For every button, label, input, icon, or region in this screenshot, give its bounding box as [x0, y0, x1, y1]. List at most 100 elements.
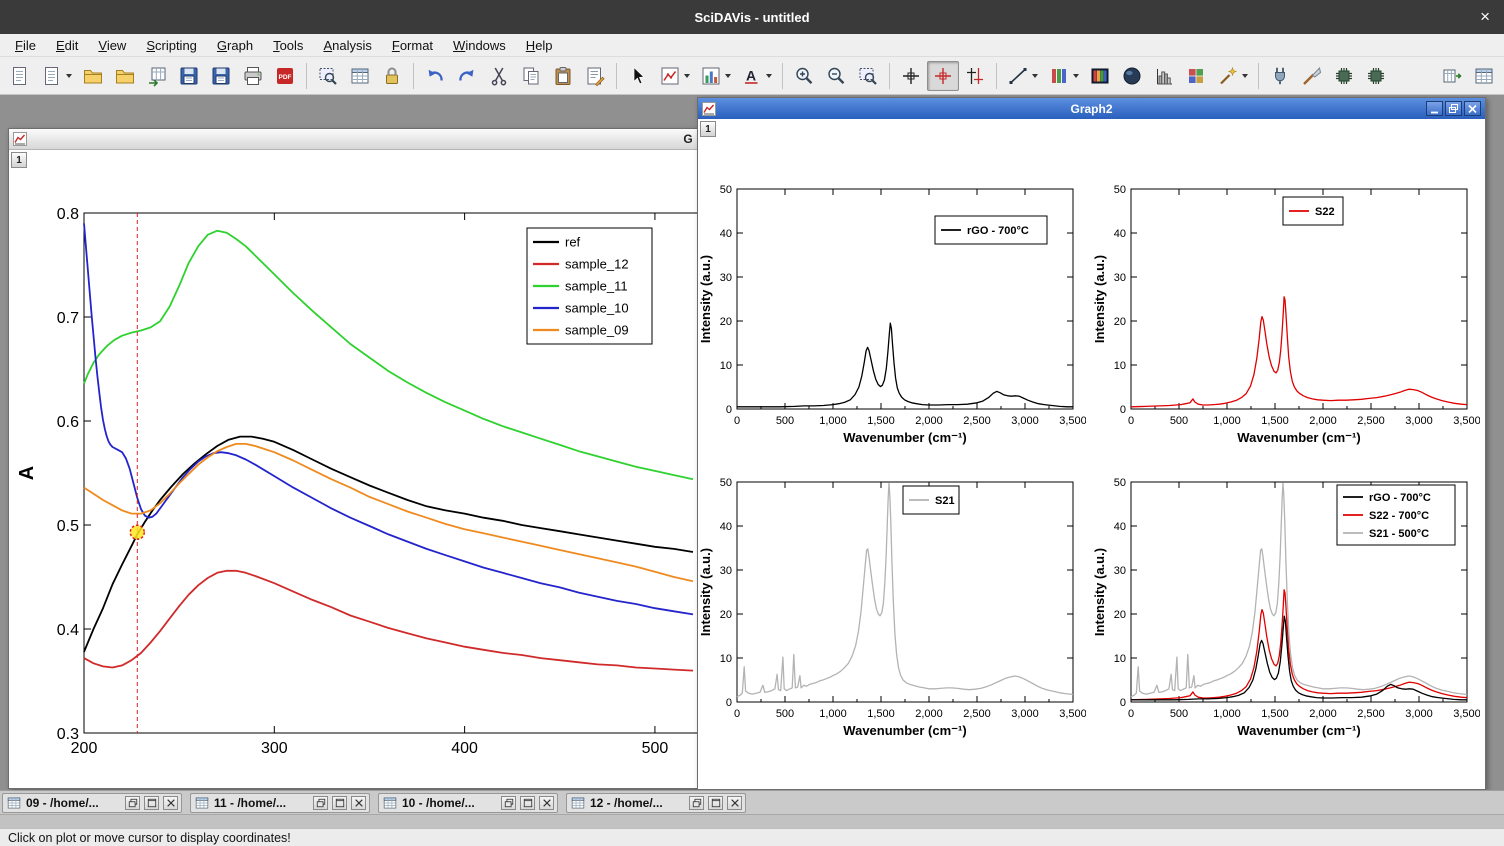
redo-button[interactable]	[451, 61, 483, 91]
data-reader-button[interactable]	[927, 61, 959, 91]
graph2-minimize-button[interactable]	[1426, 101, 1443, 116]
raman-chart-rgo[interactable]: 05001,0001,5002,0002,5003,0003,500010203…	[698, 179, 1086, 451]
open-project-button[interactable]	[77, 61, 109, 91]
pointer-button[interactable]	[622, 61, 654, 91]
import-ascii-button[interactable]	[141, 61, 173, 91]
print-button[interactable]	[237, 61, 269, 91]
taskbar-window-label: 10 - /home/...	[402, 796, 497, 810]
lock-toolbars-button[interactable]	[376, 61, 408, 91]
window-restore-button[interactable]	[313, 796, 328, 810]
svg-text:Intensity (a.u.): Intensity (a.u.)	[698, 548, 713, 636]
raman-chart-s21[interactable]: 05001,0001,5002,0002,5003,0003,500010203…	[698, 472, 1086, 744]
screen-reader-button[interactable]	[895, 61, 927, 91]
module-2-button[interactable]	[1360, 61, 1392, 91]
window-close-button[interactable]	[539, 796, 554, 810]
svg-text:S21 - 500°C: S21 - 500°C	[1369, 528, 1429, 540]
svg-text:0: 0	[1120, 697, 1126, 709]
plot3d-button[interactable]	[1116, 61, 1148, 91]
svg-text:0: 0	[734, 708, 740, 720]
plugin-button[interactable]	[1264, 61, 1296, 91]
svg-text:500: 500	[642, 740, 669, 757]
add-text-button[interactable]: A	[736, 61, 777, 91]
draw-line-button[interactable]	[1002, 61, 1043, 91]
undo-button[interactable]	[419, 61, 451, 91]
cut-button[interactable]	[483, 61, 515, 91]
rescale-button[interactable]	[852, 61, 884, 91]
menu-windows[interactable]: Windows	[444, 36, 515, 55]
taskbar-window-1[interactable]: 09 - /home/...	[2, 793, 182, 813]
graph1-layer-button[interactable]: 1	[11, 152, 27, 168]
menu-edit[interactable]: Edit	[47, 36, 87, 55]
menu-help[interactable]: Help	[517, 36, 562, 55]
export-pdf-button[interactable]: PDF	[269, 61, 301, 91]
window-restore-button[interactable]	[125, 796, 140, 810]
maximize-icon	[335, 798, 345, 808]
taskbar-window-4[interactable]: 12 - /home/...	[566, 793, 746, 813]
zoom-out-button[interactable]	[820, 61, 852, 91]
taskbar-window-2[interactable]: 11 - /home/...	[190, 793, 370, 813]
window-close-button[interactable]	[163, 796, 178, 810]
save-project-button[interactable]	[173, 61, 205, 91]
app-close-button[interactable]: ×	[1480, 0, 1490, 34]
window-close-button[interactable]	[727, 796, 742, 810]
toolbar-separator	[616, 63, 617, 89]
table-icon	[349, 65, 371, 87]
module-1-button[interactable]	[1328, 61, 1360, 91]
window-restore-button[interactable]	[689, 796, 704, 810]
svg-text:2,500: 2,500	[963, 415, 991, 427]
copy-button[interactable]	[515, 61, 547, 91]
svg-text:30: 30	[720, 565, 732, 577]
menu-scripting[interactable]: Scripting	[137, 36, 206, 55]
scidavis-graph-icon	[13, 132, 27, 146]
open-template-button[interactable]	[109, 61, 141, 91]
add-plot-button[interactable]	[695, 61, 736, 91]
graph2-window[interactable]: Graph2 1 05001,0001,5002,0002,5003,0003,…	[697, 97, 1486, 790]
window-close-button[interactable]	[351, 796, 366, 810]
colormap-button[interactable]	[1084, 61, 1116, 91]
window-maximize-button[interactable]	[332, 796, 347, 810]
taskbar-window-3[interactable]: 10 - /home/...	[378, 793, 558, 813]
new-aspect-button[interactable]	[36, 61, 77, 91]
project-explorer-button[interactable]	[312, 61, 344, 91]
add-curve-button[interactable]	[654, 61, 695, 91]
window-maximize-button[interactable]	[708, 796, 723, 810]
script-button[interactable]	[579, 61, 611, 91]
raman-chart-combined[interactable]: 05001,0001,5002,0002,5003,0003,500010203…	[1092, 472, 1480, 744]
svg-text:sample_11: sample_11	[565, 279, 628, 294]
table-rows-button[interactable]	[1468, 61, 1500, 91]
tools-button[interactable]	[1296, 61, 1328, 91]
raman-chart-s22[interactable]: 05001,0001,5002,0002,5003,0003,500010203…	[1092, 179, 1480, 451]
scidavis-graph-icon	[702, 102, 716, 116]
new-project-button[interactable]	[4, 61, 36, 91]
plot-style-button[interactable]	[1043, 61, 1084, 91]
close-icon	[1466, 103, 1479, 115]
graph2-close-button[interactable]	[1464, 101, 1481, 116]
graph2-restore-button[interactable]	[1445, 101, 1462, 116]
svg-text:2,500: 2,500	[1357, 415, 1385, 427]
sphere-icon	[1121, 65, 1143, 87]
new-table-button[interactable]	[344, 61, 376, 91]
histogram-button[interactable]	[1148, 61, 1180, 91]
table-columns-button[interactable]	[1436, 61, 1468, 91]
menu-format[interactable]: Format	[383, 36, 442, 55]
textA-icon: A	[741, 65, 763, 87]
save-template-button[interactable]	[205, 61, 237, 91]
menu-file[interactable]: File	[6, 36, 45, 55]
fit-wizard-button[interactable]	[1212, 61, 1253, 91]
window-restore-button[interactable]	[501, 796, 516, 810]
graph2-layer-button[interactable]: 1	[700, 121, 716, 137]
window-maximize-button[interactable]	[144, 796, 159, 810]
menu-tools[interactable]: Tools	[264, 36, 312, 55]
menu-analysis[interactable]: Analysis	[314, 36, 380, 55]
menu-graph[interactable]: Graph	[208, 36, 262, 55]
zoomout-icon	[825, 65, 847, 87]
zoom-in-button[interactable]	[788, 61, 820, 91]
matrix-button[interactable]	[1180, 61, 1212, 91]
paste-button[interactable]	[547, 61, 579, 91]
menu-view[interactable]: View	[89, 36, 135, 55]
graph2-titlebar[interactable]: Graph2	[698, 98, 1485, 119]
window-maximize-button[interactable]	[520, 796, 535, 810]
colormap-icon	[1089, 65, 1111, 87]
select-range-button[interactable]	[959, 61, 991, 91]
svg-text:0: 0	[1128, 415, 1134, 427]
